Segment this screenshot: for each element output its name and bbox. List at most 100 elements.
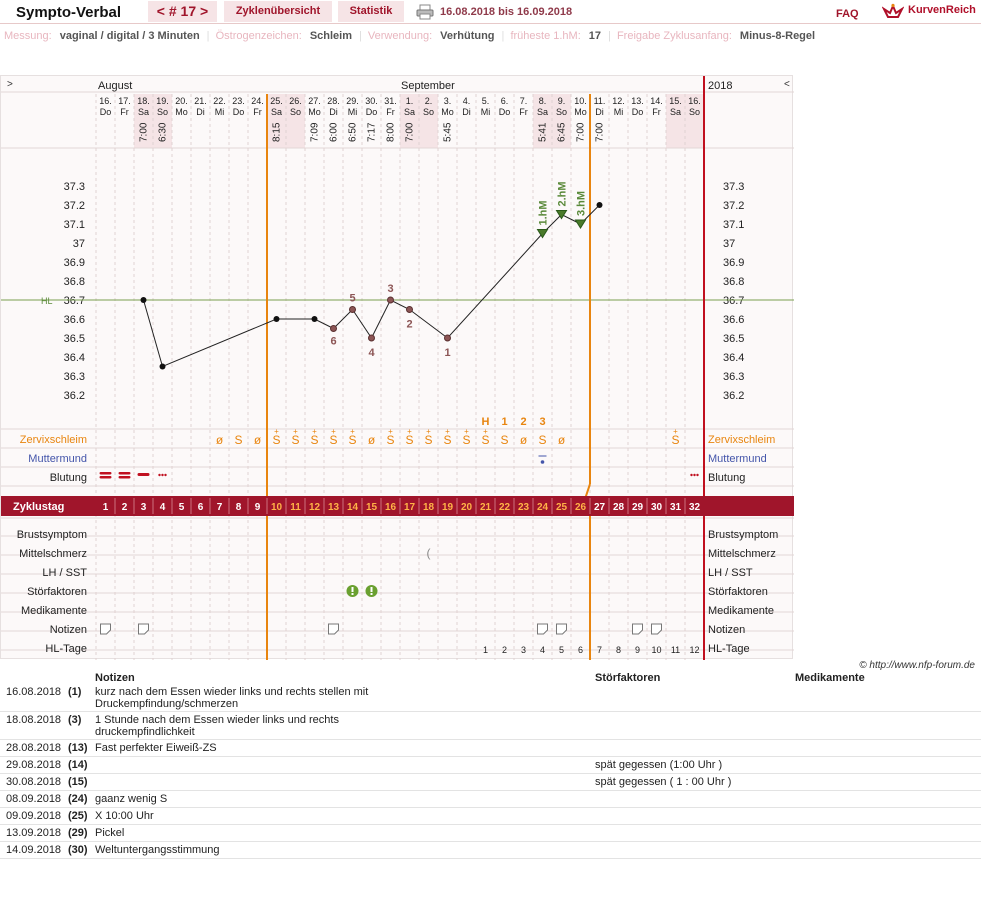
low-temp-point: [349, 306, 356, 313]
hl-day-number: 1: [483, 645, 488, 655]
low-temp-number: 3: [387, 283, 393, 295]
bleeding-mark: [118, 476, 131, 479]
day-date: 16.: [99, 96, 112, 106]
day-date: 1.: [406, 96, 414, 106]
note-row: 18.08.2018 (3) 1 Stunde nach dem Essen wie…: [0, 712, 981, 740]
day-date: 4.: [463, 96, 471, 106]
nav-next-arrow: <: [784, 79, 790, 90]
note-row: 13.09.2018 (29) Pickel: [0, 825, 981, 842]
day-weekday: Sa: [670, 107, 681, 117]
day-date: 28.: [327, 96, 340, 106]
note-row: 14.09.2018 (30) Weltuntergangsstimmung: [0, 842, 981, 859]
day-weekday: Sa: [271, 107, 282, 117]
y-tick-label: 36.6: [64, 314, 85, 326]
bleeding-spot: [690, 473, 693, 477]
note-text: X 10:00 Uhr: [95, 810, 154, 822]
y-tick-label: 36.5: [64, 333, 85, 345]
disturbance-icon-mark: [351, 587, 354, 592]
note-text: gaanz wenig S: [95, 793, 168, 805]
cycle-navigator[interactable]: < # 17 >: [148, 1, 217, 22]
day-date: 7.: [520, 96, 528, 106]
y-tick-label: 36.4: [64, 352, 85, 364]
note-cycle-day: (15): [68, 776, 88, 788]
tab-statistics[interactable]: Statistik: [338, 1, 404, 22]
note-row: 30.08.2018 (15) spät gegessen ( 1 : 00 Uhr…: [0, 774, 981, 791]
hl-day-number: 5: [559, 645, 564, 655]
cervix-marker-dot: [540, 460, 545, 464]
y-tick-label: 36.9: [64, 257, 85, 269]
setting-label: Östrogenzeichen:: [215, 30, 302, 42]
note-date: 13.09.2018: [6, 827, 62, 839]
y-tick-label: 37.1: [723, 219, 744, 231]
y-tick-label: 36.2: [64, 390, 85, 402]
note-row: 08.09.2018 (24) gaanz wenig S: [0, 791, 981, 808]
mucus-symbol: S: [462, 433, 470, 447]
mucus-symbol: ø: [254, 433, 262, 447]
setting-value: Schleim: [309, 30, 352, 42]
bleeding-mark: [137, 473, 150, 476]
measure-time: 8:00: [386, 122, 397, 142]
cycle-day-number: 13: [328, 502, 340, 513]
y-tick-label: 36.9: [723, 257, 744, 269]
day-weekday: Do: [100, 107, 112, 117]
temperature-point: [159, 363, 166, 370]
row-label-lh: LH / SST: [42, 567, 87, 579]
medication-header: Medikamente: [795, 672, 865, 684]
row-label-right-lh: LH / SST: [708, 567, 753, 579]
note-cycle-day: (1): [68, 686, 82, 698]
row-label-muttermund: Muttermund: [28, 453, 87, 465]
day-weekday: Fr: [253, 107, 262, 117]
setting-value: 17: [588, 30, 602, 42]
day-date: 8.: [539, 96, 547, 106]
day-weekday: Di: [462, 107, 471, 117]
row-label-stoer: Störfaktoren: [27, 586, 87, 598]
y-tick-label: 37.1: [64, 219, 85, 231]
hl-day-number: 3: [521, 645, 526, 655]
low-temp-point: [387, 296, 394, 304]
day-weekday: Mo: [441, 107, 454, 117]
cycle-day-number: 16: [385, 502, 397, 513]
mucus-symbol: S: [671, 433, 679, 447]
day-date: 16.: [688, 96, 701, 106]
cycle-day-number: 17: [404, 502, 416, 513]
day-date: 15.: [669, 96, 682, 106]
setting-value: Minus-8-Regel: [739, 30, 816, 42]
setting-label: früheste 1.hM:: [510, 30, 581, 42]
low-temp-number: 4: [368, 347, 375, 359]
peak-day-letter: 2: [520, 416, 526, 428]
mucus-symbol: S: [272, 433, 280, 447]
tab-cycle-overview[interactable]: Zyklenübersicht: [224, 1, 332, 22]
day-weekday: Fr: [652, 107, 661, 117]
note-icon: [632, 623, 643, 635]
note-cycle-day: (29): [68, 827, 88, 839]
day-weekday: Mi: [614, 107, 624, 117]
temperature-line: [143, 204, 600, 368]
mucus-symbol: S: [500, 433, 508, 447]
mucus-symbol: ø: [368, 433, 376, 447]
printer-icon[interactable]: [416, 4, 434, 20]
note-row: 09.09.2018 (25) X 10:00 Uhr: [0, 808, 981, 825]
hl-day-number: 12: [689, 645, 699, 655]
low-temp-point: [406, 306, 413, 313]
day-weekday: Do: [499, 107, 511, 117]
row-label-mittelschmerz: Mittelschmerz: [19, 548, 87, 560]
measure-time: 6:45: [557, 122, 568, 142]
day-date: 31.: [384, 96, 397, 106]
cycle-day-number: 21: [480, 502, 492, 513]
day-date: 21.: [194, 96, 207, 106]
hl-day-number: 7: [597, 645, 602, 655]
y-tick-label: 37: [73, 238, 85, 250]
coverline-label: HL: [41, 296, 53, 306]
day-date: 26.: [289, 96, 302, 106]
day-weekday: Fr: [386, 107, 395, 117]
note-date: 08.09.2018: [6, 793, 62, 805]
row-label-right-stoer: Störfaktoren: [708, 586, 768, 598]
faq-link[interactable]: FAQ: [836, 8, 859, 20]
row-label-right-medi: Medikamente: [708, 605, 774, 617]
day-weekday: Do: [233, 107, 245, 117]
y-tick-label: 36.3: [723, 371, 744, 383]
note-date: 29.08.2018: [6, 759, 62, 771]
mucus-symbol: S: [329, 433, 337, 447]
logo-text[interactable]: KurvenReich: [908, 4, 976, 16]
disturbances-header: Störfaktoren: [595, 672, 661, 684]
